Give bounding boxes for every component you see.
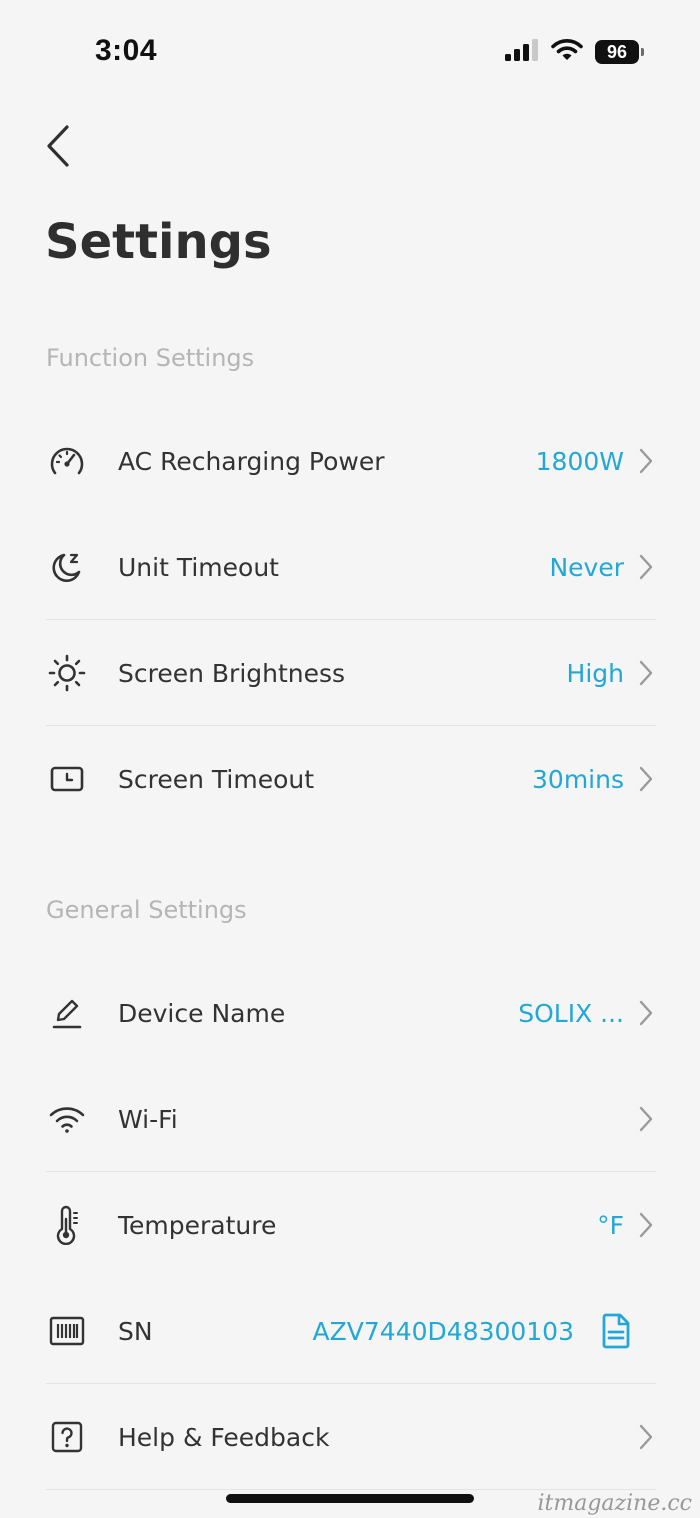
screen-timeout-row[interactable]: Screen Timeout 30mins xyxy=(46,726,656,832)
wifi-icon xyxy=(46,1098,88,1140)
chevron-right-icon xyxy=(636,764,656,794)
chevron-right-icon xyxy=(636,1422,656,1452)
device-name-row[interactable]: Device Name SOLIX ... xyxy=(46,960,656,1066)
moon-sleep-icon xyxy=(46,546,88,588)
serial-number-label: SN xyxy=(118,1316,153,1346)
status-time: 3:04 xyxy=(95,34,158,67)
wifi-icon xyxy=(551,38,583,66)
chevron-left-icon xyxy=(47,125,69,167)
temperature-label: Temperature xyxy=(118,1210,277,1240)
device-name-label: Device Name xyxy=(118,998,286,1028)
settings-screen: 3:04 96 Settings Function Settings AC Re… xyxy=(0,0,700,1518)
wifi-row[interactable]: Wi-Fi xyxy=(46,1066,656,1172)
ac-recharging-power-row[interactable]: AC Recharging Power 1800W xyxy=(46,408,656,514)
pencil-edit-icon xyxy=(46,992,88,1034)
screen-timer-icon xyxy=(46,758,88,800)
chevron-right-icon xyxy=(636,552,656,582)
chevron-right-icon xyxy=(636,658,656,688)
help-question-icon xyxy=(46,1416,88,1458)
general-settings-header: General Settings xyxy=(46,896,247,924)
wifi-label: Wi-Fi xyxy=(118,1104,178,1134)
device-name-value: SOLIX ... xyxy=(518,998,624,1028)
temperature-row[interactable]: Temperature °F xyxy=(46,1172,656,1278)
screen-brightness-row[interactable]: Screen Brightness High xyxy=(46,620,656,726)
ac-recharging-power-label: AC Recharging Power xyxy=(118,446,385,476)
thermometer-icon xyxy=(46,1204,88,1246)
screen-brightness-value: High xyxy=(566,658,624,688)
temperature-value: °F xyxy=(597,1210,624,1240)
barcode-icon xyxy=(46,1310,88,1352)
chevron-right-icon xyxy=(636,446,656,476)
function-settings-list: AC Recharging Power 1800W Unit Timeout N… xyxy=(46,408,656,832)
copy-serial-button[interactable] xyxy=(598,1312,634,1350)
status-bar: 3:04 96 xyxy=(0,0,700,100)
copy-document-icon xyxy=(602,1313,630,1349)
status-icons: 96 xyxy=(505,38,644,66)
unit-timeout-row[interactable]: Unit Timeout Never xyxy=(46,514,656,620)
serial-number-row: SN AZV7440D48300103 xyxy=(46,1278,656,1384)
help-feedback-row[interactable]: Help & Feedback xyxy=(46,1384,656,1490)
unit-timeout-value: Never xyxy=(549,552,624,582)
battery-level: 96 xyxy=(595,40,639,64)
screen-brightness-label: Screen Brightness xyxy=(118,658,346,688)
sun-brightness-icon xyxy=(46,652,88,694)
chevron-right-icon xyxy=(636,1104,656,1134)
screen-timeout-label: Screen Timeout xyxy=(118,764,315,794)
page-title: Settings xyxy=(45,214,272,270)
cellular-signal-icon xyxy=(505,39,539,65)
unit-timeout-label: Unit Timeout xyxy=(118,552,279,582)
screen-timeout-value: 30mins xyxy=(532,764,624,794)
chevron-right-icon xyxy=(636,998,656,1028)
home-indicator[interactable] xyxy=(226,1494,474,1503)
ac-recharging-power-value: 1800W xyxy=(535,446,624,476)
battery-icon: 96 xyxy=(595,40,644,64)
help-feedback-label: Help & Feedback xyxy=(118,1422,330,1452)
watermark: itmagazine.cc xyxy=(537,1491,692,1516)
back-button[interactable] xyxy=(38,122,78,170)
function-settings-header: Function Settings xyxy=(46,344,255,372)
chevron-right-icon xyxy=(636,1210,656,1240)
speedometer-icon xyxy=(46,440,88,482)
serial-number-value: AZV7440D48300103 xyxy=(312,1316,574,1346)
general-settings-list: Device Name SOLIX ... Wi-Fi Temperature … xyxy=(46,960,656,1490)
